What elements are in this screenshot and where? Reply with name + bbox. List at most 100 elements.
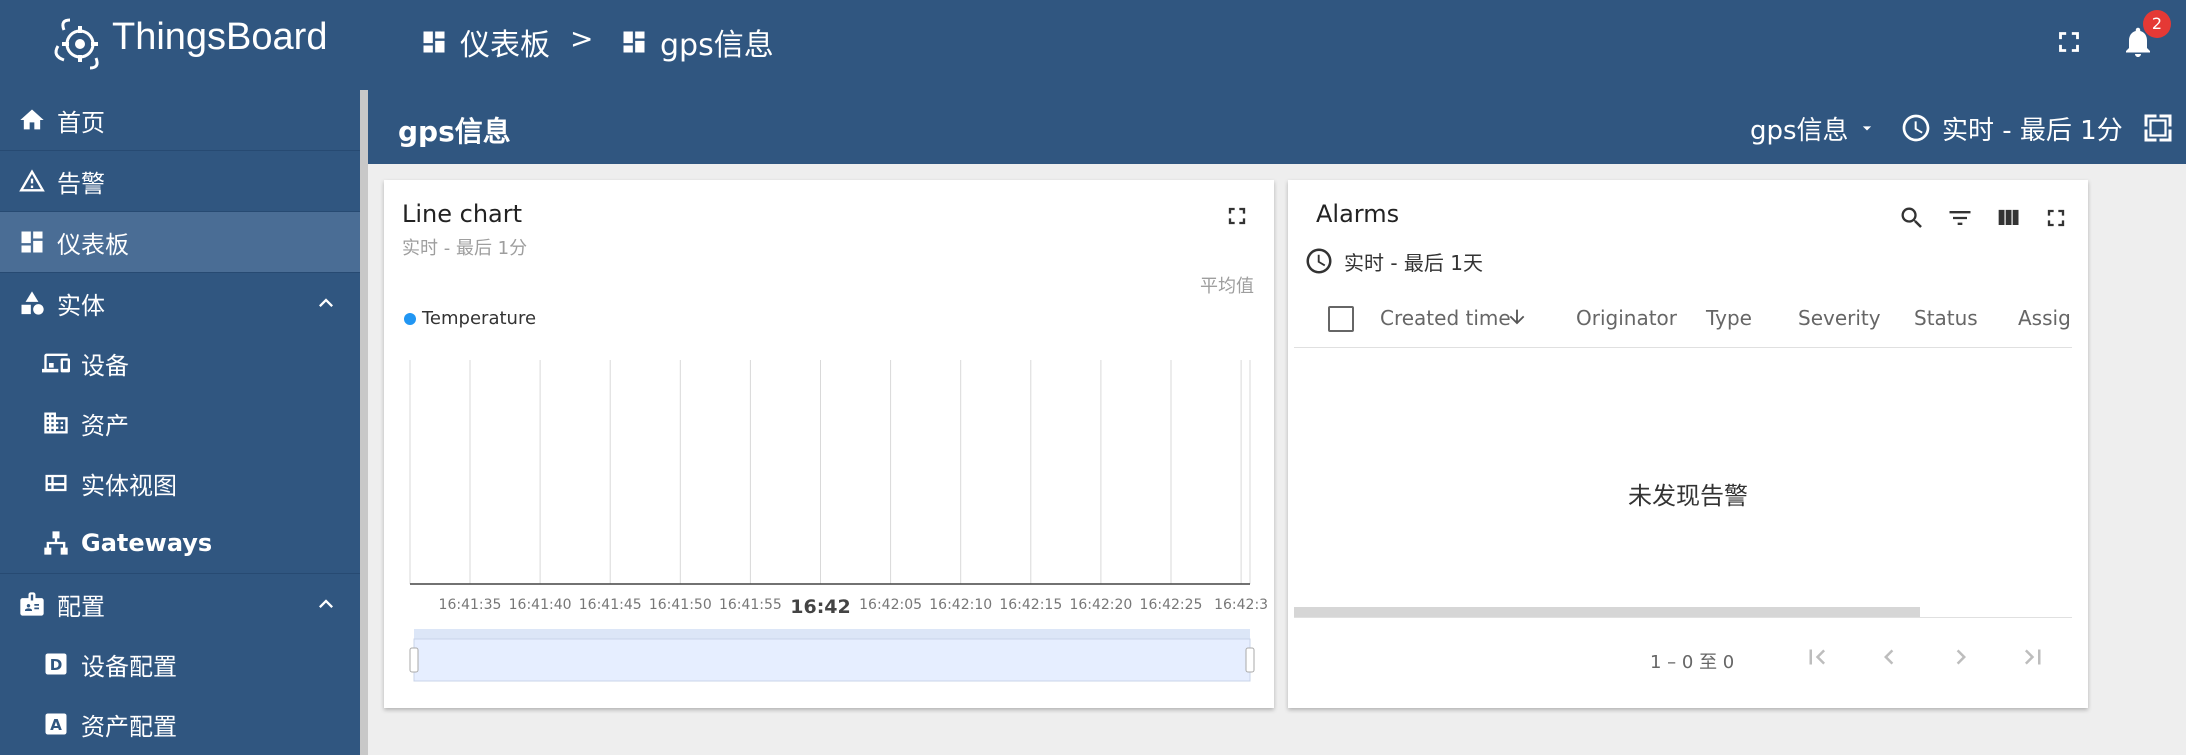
breadcrumb-separator: > (570, 22, 594, 55)
entities-icon (21, 291, 44, 315)
alarms-timewindow-label: 实时 - 最后 1天 (1344, 250, 1484, 275)
device-profile-icon: D (45, 653, 67, 675)
assets-icon (44, 412, 68, 434)
x-tick-label: 16:42:20 (1069, 597, 1132, 613)
sidebar-item-label: 资产配置 (81, 712, 177, 741)
columns-icon[interactable] (1994, 204, 2022, 232)
pager-range-label: 1 – 0 至 0 (1650, 652, 1735, 673)
sidebar-item-label: 实体 (57, 291, 105, 320)
datazoom-range[interactable] (413, 638, 1251, 682)
last-page-icon[interactable] (2018, 642, 2048, 672)
divider (1294, 617, 2072, 618)
dashboard-icon (423, 31, 445, 53)
column-header-severity[interactable]: Severity (1798, 306, 1881, 330)
column-header-originator[interactable]: Originator (1576, 306, 1677, 330)
datazoom-top-bar[interactable] (414, 629, 1250, 639)
legend-series-name: Temperature (422, 308, 537, 329)
sidebar-item-alarms[interactable]: 告警 (0, 151, 360, 211)
filter-icon[interactable] (1946, 204, 1974, 232)
table-horizontal-scrollbar[interactable] (1294, 607, 1920, 617)
breadcrumb-dashboards[interactable]: 仪表板 (420, 22, 550, 63)
sidebar-item-label: Gateways (81, 529, 213, 557)
sidebar-item-label: 实体视图 (81, 471, 177, 500)
breadcrumb-current-dashboard: gps信息 (620, 22, 774, 63)
svg-text:A: A (50, 716, 62, 734)
dashboard-state-select[interactable]: gps信息 (1750, 108, 1877, 148)
widget-fullscreen-icon[interactable] (1223, 202, 1251, 230)
sidebar-item-label: 首页 (57, 108, 105, 137)
next-page-icon[interactable] (1946, 642, 1976, 672)
column-header-assignee[interactable]: Assign (2018, 306, 2072, 330)
x-tick-label: 16:42:25 (1140, 597, 1203, 613)
sidebar-item-device-profiles[interactable]: D 设备配置 (0, 634, 360, 694)
asset-profile-icon: A (45, 713, 67, 735)
brand-name: ThingsBoard (112, 16, 328, 58)
x-tick-label: 16:42:10 (929, 597, 992, 613)
aggregation-label: 平均值 (1200, 276, 1254, 297)
sidebar-item-home[interactable]: 首页 (0, 90, 360, 150)
entity-view-icon (45, 474, 67, 492)
warning-icon (19, 169, 45, 192)
fullscreen-icon[interactable] (2052, 25, 2086, 59)
chevron-up-icon[interactable] (312, 289, 340, 317)
widget-fullscreen-icon[interactable] (2042, 204, 2070, 232)
x-tick-label: 16:42 (790, 596, 850, 618)
thingsboard-logo-icon[interactable] (50, 12, 110, 72)
gateway-icon (44, 531, 68, 555)
previous-page-icon[interactable] (1874, 642, 1904, 672)
dashboard-icon (21, 231, 43, 253)
sidebar-item-devices[interactable]: 设备 (0, 333, 360, 393)
dashboard-icon (623, 31, 645, 53)
home-icon (20, 109, 44, 130)
widget-subtitle: 实时 - 最后 1分 (402, 238, 528, 259)
datazoom-handle-left[interactable] (409, 647, 419, 673)
x-tick-label: 16:42:15 (999, 597, 1062, 613)
sidebar-item-entity-views[interactable]: 实体视图 (0, 453, 360, 513)
x-tick-label: 16:42:3 (1214, 597, 1268, 613)
timewindow-label: 实时 - 最后 1分 (1942, 115, 2123, 146)
sidebar-item-profiles[interactable]: 配置 (0, 574, 360, 634)
datazoom-handle-right[interactable] (1245, 647, 1255, 673)
sort-arrow-down-icon[interactable] (1506, 306, 1528, 328)
sidebar-item-gateways[interactable]: Gateways (0, 513, 360, 573)
sidebar: 首页 告警 仪表板 实体 设备 资产 实体视图 Gateways 配置 D 设备… (0, 90, 360, 755)
select-all-checkbox[interactable] (1328, 306, 1354, 332)
sidebar-item-asset-profiles[interactable]: A 资产配置 (0, 694, 360, 754)
state-select-value: gps信息 (1750, 115, 1849, 146)
clock-icon (1902, 114, 1930, 142)
no-alarms-message: 未发现告警 (1628, 482, 1748, 510)
dashboard-toolbar: gps信息 gps信息 实时 - 最后 1分 (368, 90, 2186, 164)
dropdown-arrow-icon (1862, 126, 1871, 131)
chevron-up-icon[interactable] (312, 590, 340, 618)
sidebar-item-assets[interactable]: 资产 (0, 393, 360, 453)
breadcrumb-label: 仪表板 (460, 28, 550, 63)
x-tick-label: 16:42:05 (859, 597, 922, 613)
sidebar-item-label: 设备配置 (81, 652, 177, 681)
dashboard-fullscreen-icon[interactable] (2140, 110, 2176, 146)
x-tick-label: 16:41:55 (719, 597, 782, 613)
dashboard-title: gps信息 (398, 115, 511, 148)
column-header-type[interactable]: Type (1706, 306, 1752, 330)
alarms-timewindow[interactable]: 实时 - 最后 1天 (1304, 246, 1483, 276)
legend-color-dot (404, 312, 416, 325)
breadcrumb-label: gps信息 (660, 28, 774, 63)
sidebar-scrollbar[interactable] (360, 90, 368, 755)
alarms-table-header: Created time Originator Type Severity St… (1294, 290, 2072, 348)
search-icon[interactable] (1898, 204, 1926, 232)
x-tick-label: 16:41:50 (649, 597, 712, 613)
clock-icon (1306, 248, 1332, 274)
first-page-icon[interactable] (1802, 642, 1832, 672)
column-header-created-time[interactable]: Created time (1380, 306, 1511, 330)
widget-title: Alarms (1316, 200, 1400, 228)
column-header-status[interactable]: Status (1914, 306, 1978, 330)
sidebar-item-label: 设备 (81, 351, 129, 380)
top-bar: ThingsBoard 仪表板 > gps信息 2 (0, 0, 2186, 90)
svg-text:D: D (50, 656, 63, 674)
x-tick-label: 16:41:45 (579, 597, 642, 613)
x-tick-label: 16:41:40 (509, 597, 572, 613)
devices-icon (42, 353, 70, 373)
chart-legend[interactable]: Temperature (404, 308, 536, 329)
sidebar-item-entities[interactable]: 实体 (0, 273, 360, 333)
sidebar-item-dashboards[interactable]: 仪表板 (0, 212, 360, 272)
timewindow-button[interactable]: 实时 - 最后 1分 (1900, 108, 2123, 148)
